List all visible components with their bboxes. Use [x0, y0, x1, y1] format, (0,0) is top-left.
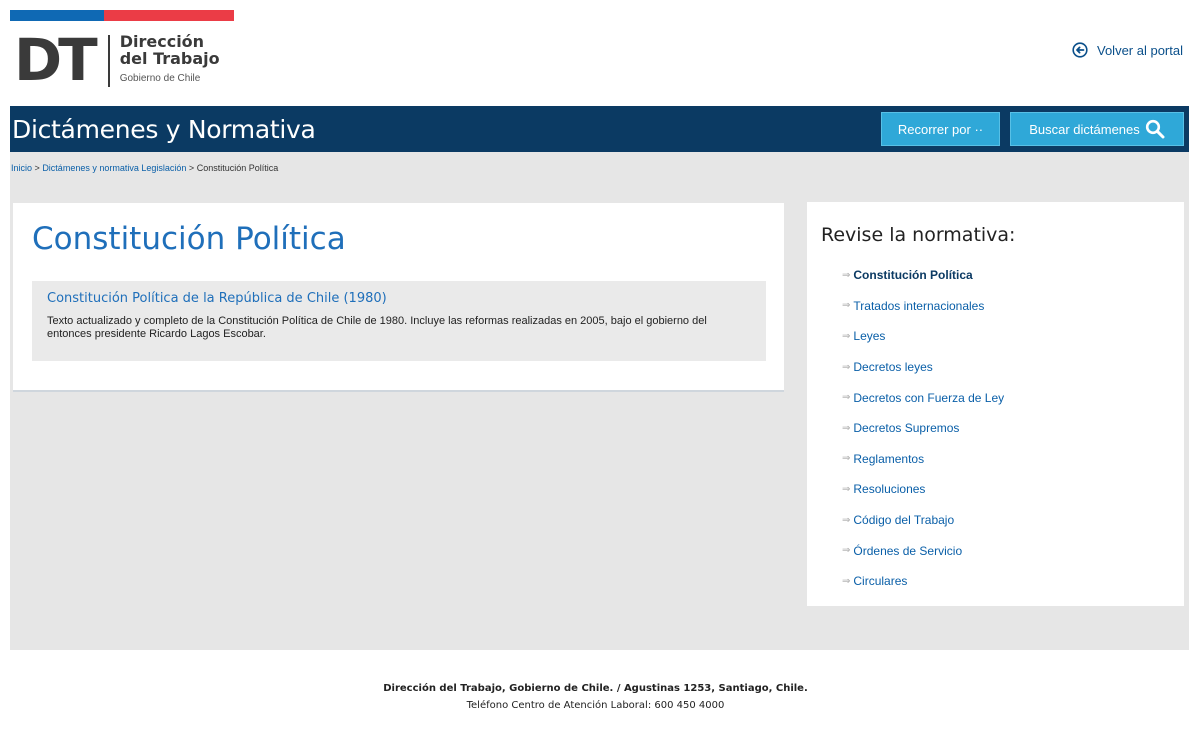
breadcrumb-separator: > — [34, 163, 40, 173]
sidebar-link-reglamentos[interactable]: Reglamentos — [853, 452, 924, 466]
document-item: Constitución Política de la República de… — [32, 281, 766, 361]
arrow-right-icon: ⇒ — [842, 514, 851, 526]
sidebar-link-constitucion[interactable]: Constitución Política — [853, 268, 972, 282]
arrow-right-icon: ⇒ — [842, 330, 851, 342]
arrow-right-icon: ⇒ — [842, 392, 851, 404]
search-rulings-button[interactable]: Buscar dictámenes — [1010, 112, 1184, 146]
arrow-left-circle-icon — [1072, 42, 1088, 58]
logo[interactable]: DT Dirección del Trabajo Gobierno de Chi… — [14, 31, 220, 89]
back-to-portal-link[interactable]: Volver al portal — [1072, 42, 1183, 58]
breadcrumb-current: Constitución Política — [196, 163, 279, 173]
breadcrumb-separator: > — [188, 163, 195, 173]
sidebar-item-decretos-supremos: ⇒ Decretos Supremos — [842, 413, 1004, 444]
breadcrumb-home[interactable]: Inicio — [11, 163, 32, 173]
logo-line2: del Trabajo — [119, 49, 220, 68]
section-title: Dictámenes y Normativa — [12, 115, 316, 144]
sidebar-item-reglamentos: ⇒ Reglamentos — [842, 444, 1004, 475]
breadcrumb: Inicio > Dictámenes y normativa Legislac… — [11, 163, 278, 173]
sidebar-link-resoluciones[interactable]: Resoluciones — [853, 482, 925, 496]
logo-line1: Dirección — [119, 32, 205, 51]
arrow-right-icon: ⇒ — [842, 483, 851, 495]
title-bar: Dictámenes y Normativa Recorrer por ·· B… — [10, 106, 1189, 152]
sidebar-link-codigo[interactable]: Código del Trabajo — [853, 513, 954, 527]
sidebar-item-dfl: ⇒ Decretos con Fuerza de Ley — [842, 382, 1004, 413]
sidebar-link-decretos-supremos[interactable]: Decretos Supremos — [853, 421, 959, 435]
flag-bar — [10, 10, 234, 21]
search-icon — [1145, 119, 1165, 139]
document-description: Texto actualizado y completo de la Const… — [47, 315, 707, 340]
flag-red-stripe — [104, 10, 234, 21]
sidebar-item-resoluciones: ⇒ Resoluciones — [842, 474, 1004, 505]
arrow-right-icon: ⇒ — [842, 361, 851, 373]
arrow-right-icon: ⇒ — [842, 269, 851, 281]
arrow-right-icon: ⇒ — [842, 575, 851, 587]
sidebar-item-decretos-leyes: ⇒ Decretos leyes — [842, 352, 1004, 383]
content-area: Inicio > Dictámenes y normativa Legislac… — [10, 152, 1189, 650]
sidebar-link-leyes[interactable]: Leyes — [853, 329, 885, 343]
sidebar-link-circulares[interactable]: Circulares — [853, 574, 907, 588]
flag-blue-stripe — [10, 10, 104, 21]
sidebar-item-ordenes: ⇒ Órdenes de Servicio — [842, 535, 1004, 566]
document-title-link[interactable]: Constitución Política de la República de… — [47, 291, 751, 306]
logo-divider — [107, 35, 110, 87]
sidebar-item-leyes: ⇒ Leyes — [842, 321, 1004, 352]
footer-address: Dirección del Trabajo, Gobierno de Chile… — [383, 683, 808, 694]
sidebar-item-constitucion: ⇒ Constitución Política — [842, 260, 1004, 291]
breadcrumb-legislacion[interactable]: Legislación — [141, 163, 186, 173]
footer-phone: Teléfono Centro de Atención Laboral: 600… — [466, 700, 725, 711]
arrow-right-icon: ⇒ — [842, 422, 851, 434]
logo-letters: DT — [14, 26, 98, 94]
sidebar-list: ⇒ Constitución Política ⇒ Tratados interna… — [842, 260, 1004, 597]
logo-subtitle: Gobierno de Chile — [119, 73, 201, 84]
arrow-right-icon: ⇒ — [842, 300, 851, 312]
sidebar-link-ordenes[interactable]: Órdenes de Servicio — [853, 544, 962, 558]
arrow-right-icon: ⇒ — [842, 545, 851, 557]
footer: Dirección del Trabajo, Gobierno de Chile… — [0, 683, 1191, 711]
page-title: Constitución Política — [32, 221, 346, 257]
back-link-label: Volver al portal — [1097, 42, 1183, 58]
sidebar-link-dfl[interactable]: Decretos con Fuerza de Ley — [853, 391, 1004, 405]
main-card: Constitución Política Constitución Polít… — [13, 203, 784, 392]
sidebar-title: Revise la normativa: — [821, 224, 1016, 246]
sidebar-item-tratados: ⇒ Tratados internacionales — [842, 291, 1004, 322]
arrow-right-icon: ⇒ — [842, 453, 851, 465]
sidebar-item-codigo: ⇒ Código del Trabajo — [842, 505, 1004, 536]
sidebar-item-circulares: ⇒ Circulares — [842, 566, 1004, 597]
search-button-label: Buscar dictámenes — [1029, 121, 1140, 137]
sidebar-link-tratados[interactable]: Tratados internacionales — [853, 299, 984, 313]
breadcrumb-dictamenes[interactable]: Dictámenes y normativa — [42, 163, 139, 173]
sidebar-link-decretos-leyes[interactable]: Decretos leyes — [853, 360, 932, 374]
sidebar: Revise la normativa: ⇒ Constitución Polít… — [807, 202, 1184, 606]
browse-button[interactable]: Recorrer por ·· — [881, 112, 1000, 146]
logo-text: Dirección del Trabajo Gobierno de Chile — [120, 31, 220, 84]
